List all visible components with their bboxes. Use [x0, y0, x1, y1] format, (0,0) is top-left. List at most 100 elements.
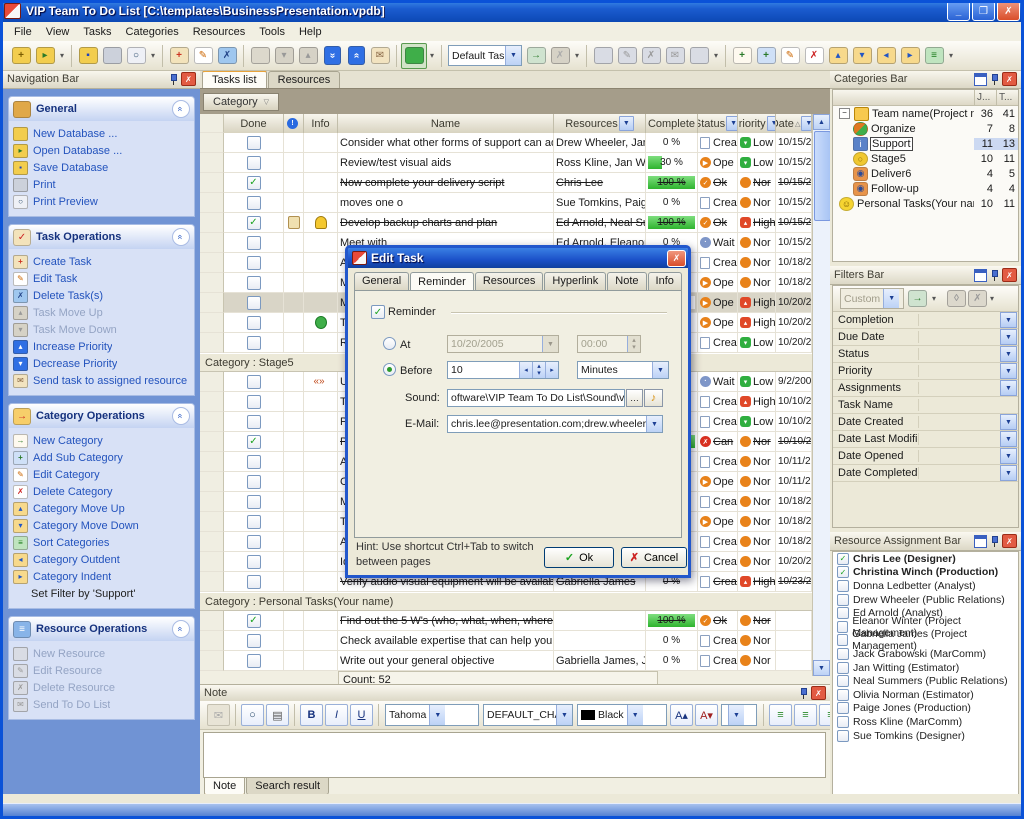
sidebar-item-decrease-priority[interactable]: ▾Decrease Priority	[13, 355, 192, 372]
resource-item[interactable]: Paige Jones (Production)	[833, 702, 1018, 716]
table-row[interactable]: ✓Now complete your delivery scriptChris …	[200, 173, 812, 193]
table-row[interactable]: Write out your general objectiveGabriell…	[200, 651, 812, 671]
note-print-icon[interactable]: ▤	[266, 704, 289, 726]
filter-row-priority[interactable]: Priority▼	[833, 363, 1018, 380]
filter-row-status[interactable]: Status▼	[833, 346, 1018, 363]
column-header-info[interactable]: Info	[304, 114, 338, 133]
sidebar-item-print-preview[interactable]: ○Print Preview	[13, 193, 192, 210]
done-checkbox[interactable]	[247, 515, 261, 529]
print-preview-icon[interactable]: ○	[124, 44, 148, 68]
edit-task-icon[interactable]: ✎	[191, 44, 215, 68]
note-text-area[interactable]	[203, 732, 826, 778]
resource-checkbox[interactable]	[837, 648, 849, 660]
close-icon[interactable]: ✗	[1002, 72, 1017, 86]
table-row[interactable]: Review/test visual aidsRoss Kline, Jan W…	[200, 153, 812, 173]
bold-button[interactable]: B	[300, 704, 323, 726]
delete-task-icon[interactable]: ✗	[215, 44, 239, 68]
done-checkbox[interactable]	[247, 136, 261, 150]
sort-categories-icon[interactable]: ≡	[922, 44, 946, 68]
done-checkbox[interactable]	[247, 156, 261, 170]
tree-item-deliver6[interactable]: ◉Deliver645	[833, 166, 1018, 181]
new-database-icon[interactable]: +	[9, 44, 33, 68]
at-radio[interactable]	[383, 337, 396, 350]
chevron-down-icon[interactable]: ▼	[1000, 414, 1017, 430]
done-checkbox[interactable]	[247, 654, 261, 668]
sidebar-item-increase-priority[interactable]: ▴Increase Priority	[13, 338, 192, 355]
increase-priority-icon[interactable]: «	[344, 44, 368, 68]
sidebar-item-edit-task[interactable]: ✎Edit Task	[13, 270, 192, 287]
table-row[interactable]: ✓Develop backup charts and planEd Arnold…	[200, 213, 812, 233]
sidebar-item-print[interactable]: Print	[13, 176, 192, 193]
chevron-down-icon[interactable]: ▼	[726, 116, 738, 131]
print-preview-caret[interactable]: ▾	[148, 51, 158, 60]
tree-item-stage5[interactable]: ○Stage51011	[833, 151, 1018, 166]
sidebar-item-new-database-[interactable]: New Database ...	[13, 125, 192, 142]
filter-row-task-name[interactable]: Task Name	[833, 397, 1018, 414]
nav-group-header[interactable]: →Category Operations«	[9, 404, 194, 428]
dialog-tab-general[interactable]: General	[354, 272, 409, 290]
dialog-tab-info[interactable]: Info	[648, 272, 682, 290]
sidebar-item-sort-categories[interactable]: ≡Sort Categories	[13, 534, 192, 551]
tab-resources[interactable]: Resources	[268, 71, 341, 88]
chevron-down-icon[interactable]: ▼	[556, 705, 572, 725]
increase-font-icon[interactable]: A▴	[670, 704, 693, 726]
tab-search-result[interactable]: Search result	[246, 778, 329, 795]
done-checkbox[interactable]	[247, 256, 261, 270]
new-category-icon[interactable]: +	[730, 44, 754, 68]
tree-column-0[interactable]: J...	[974, 90, 996, 105]
done-checkbox[interactable]: ✓	[247, 216, 261, 230]
chevron-down-icon[interactable]: ▼	[767, 116, 776, 131]
resource-item[interactable]: Donna Ledbetter (Analyst)	[833, 579, 1018, 593]
filter-row-date-opened[interactable]: Date Opened▼	[833, 448, 1018, 465]
task-table-scrollbar[interactable]: ▲ ▼	[812, 114, 830, 676]
chevron-down-icon[interactable]: ▼	[1000, 380, 1017, 396]
resource-checkbox[interactable]	[837, 607, 849, 619]
pin-icon[interactable]	[990, 269, 999, 281]
menu-item-resources[interactable]: Resources	[186, 24, 253, 40]
tree-item-team-name-project-name[interactable]: −Team name(Project name3641	[833, 106, 1018, 121]
done-checkbox[interactable]: ✓	[247, 435, 261, 449]
tree-item-personal-tasks-your-name-[interactable]: ☺Personal Tasks(Your name)1011	[833, 196, 1018, 211]
resource-checkbox[interactable]	[837, 702, 849, 714]
category-indent-icon[interactable]: ▸	[898, 44, 922, 68]
filter-row-assignments[interactable]: Assignments▼	[833, 380, 1018, 397]
sidebar-item-set-filter-by-support-[interactable]: Set Filter by 'Support'	[13, 585, 192, 602]
resource-item[interactable]: Jan Witting (Estimator)	[833, 661, 1018, 675]
chevron-up-icon[interactable]: «	[172, 620, 190, 638]
chevron-down-icon[interactable]: ▼	[1000, 329, 1017, 345]
spin-right-icon[interactable]: ▸	[545, 362, 558, 378]
minimize-button[interactable]: _	[947, 1, 970, 21]
apply-view-icon[interactable]: →	[524, 44, 548, 68]
category-caret[interactable]: ▾	[946, 51, 956, 60]
sidebar-item-open-database-[interactable]: ▸Open Database ...	[13, 142, 192, 159]
play-sound-button[interactable]: ♪	[644, 389, 663, 407]
resource-item[interactable]: ✓Christina Winch (Production)	[833, 566, 1018, 580]
align-left-icon[interactable]: ≡	[769, 704, 792, 726]
scroll-thumb[interactable]	[814, 131, 831, 221]
chevron-down-icon[interactable]: ▼	[652, 362, 668, 378]
chevron-down-icon[interactable]: ▼	[801, 116, 812, 131]
resource-caret[interactable]: ▾	[711, 51, 721, 60]
spin-up-down-icon[interactable]: ▴▾	[532, 362, 545, 378]
resource-checkbox[interactable]	[837, 730, 849, 742]
sidebar-item-send-task-to-assigned-resource[interactable]: ✉Send task to assigned resource	[13, 372, 192, 389]
expander-icon[interactable]: −	[839, 108, 850, 119]
italic-button[interactable]: I	[325, 704, 348, 726]
dialog-close-icon[interactable]: ✗	[667, 250, 686, 267]
chevron-up-icon[interactable]: «	[172, 100, 190, 118]
scroll-down-icon[interactable]: ▼	[813, 660, 830, 676]
resource-checkbox[interactable]	[837, 662, 849, 674]
table-row[interactable]: Consider what other forms of support can…	[200, 133, 812, 153]
chevron-down-icon[interactable]: ▼	[1000, 465, 1017, 481]
close-icon[interactable]: ✗	[1002, 268, 1017, 282]
chevron-down-icon[interactable]: ▼	[505, 46, 521, 65]
sidebar-item-category-indent[interactable]: ▸Category Indent	[13, 568, 192, 585]
done-checkbox[interactable]	[247, 575, 261, 589]
tree-item-support[interactable]: iSupport1113	[833, 136, 1018, 151]
done-checkbox[interactable]	[247, 555, 261, 569]
group-by-category-button[interactable]: Category ▽	[203, 93, 279, 111]
done-checkbox[interactable]	[247, 495, 261, 509]
resource-item[interactable]: Sue Tomkins (Designer)	[833, 729, 1018, 743]
dialog-tab-reminder[interactable]: Reminder	[410, 272, 474, 290]
before-unit-combo[interactable]: Minutes ▼	[577, 361, 669, 379]
